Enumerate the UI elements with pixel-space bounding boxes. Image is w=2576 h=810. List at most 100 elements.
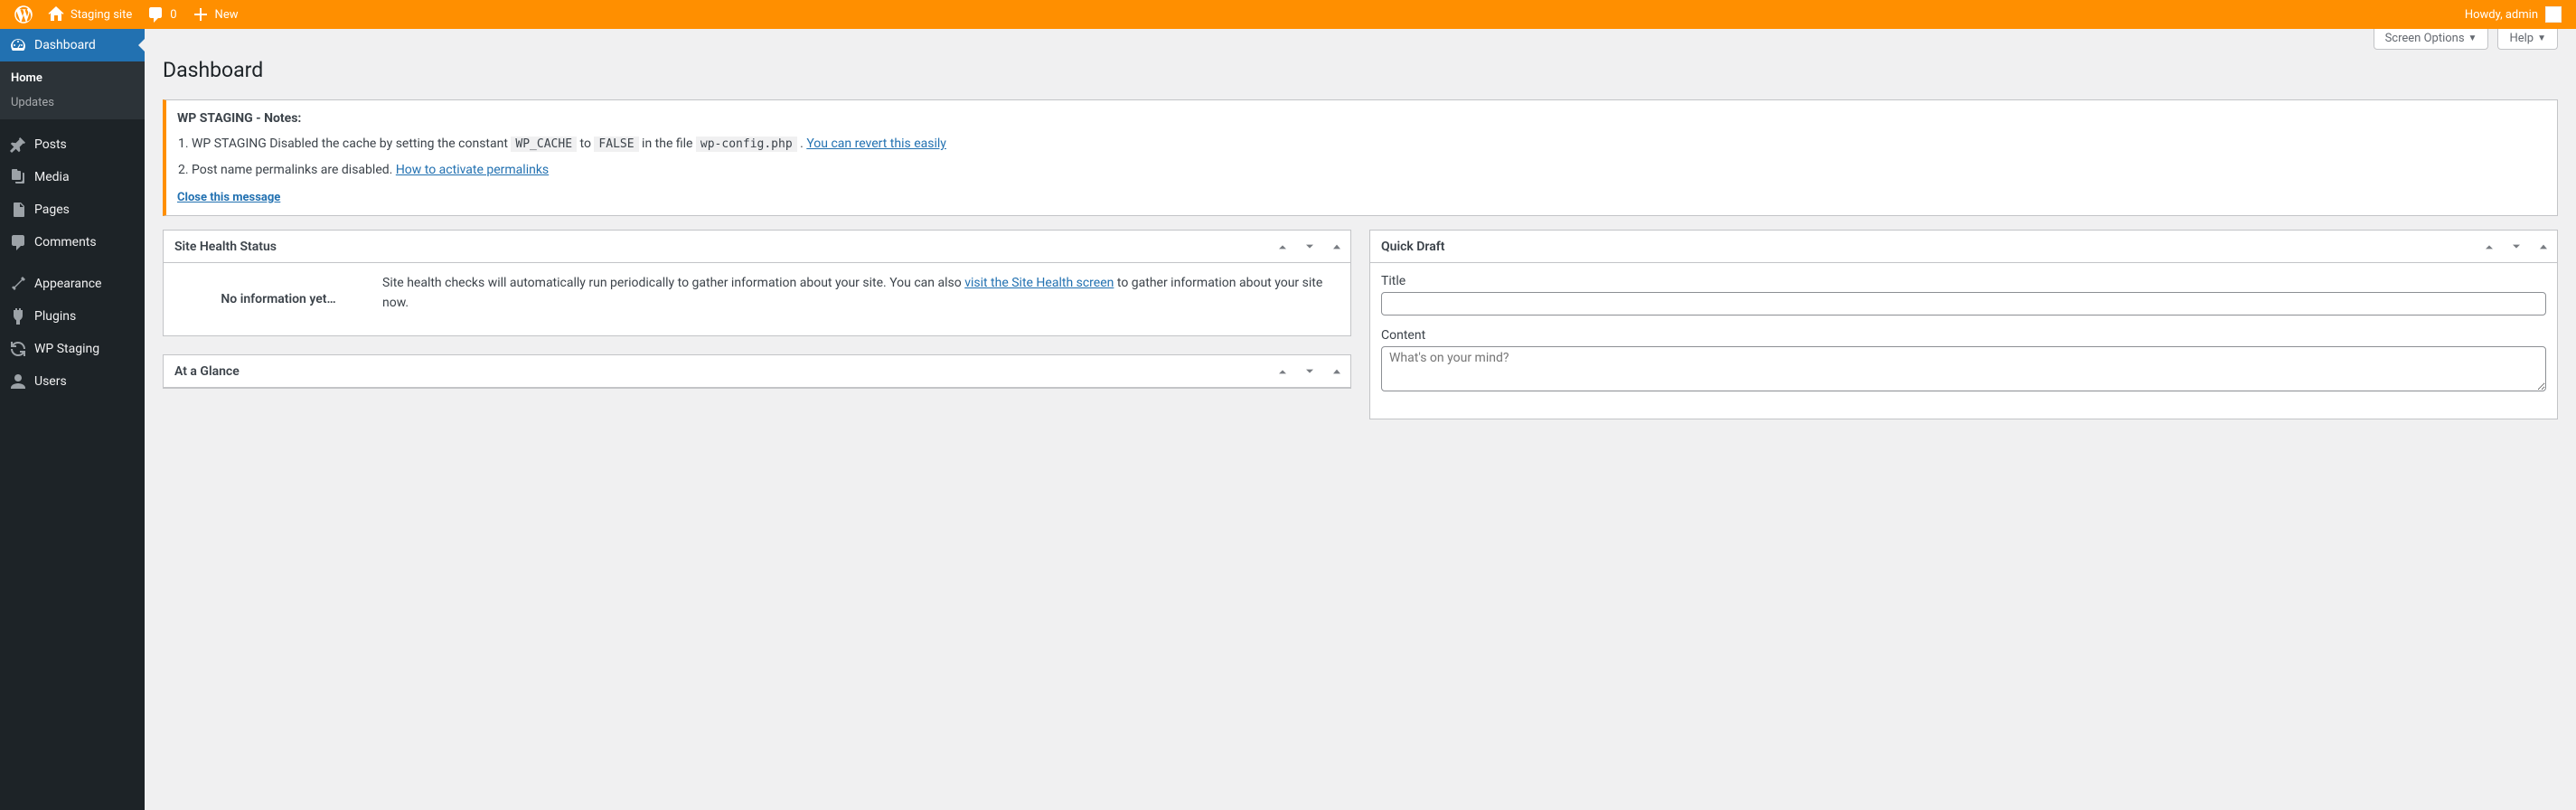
- pin-icon: [9, 136, 27, 154]
- menu-posts[interactable]: Posts: [0, 128, 145, 161]
- adminbar-site-name-text: Staging site: [71, 8, 132, 22]
- notice-item-2: Post name permalinks are disabled. How t…: [192, 161, 2546, 180]
- notice-title: WP STAGING - Notes:: [177, 111, 2546, 126]
- menu-pages-label: Pages: [34, 202, 70, 217]
- close-notice-link[interactable]: Close this message: [177, 191, 280, 204]
- revert-link[interactable]: You can revert this easily: [806, 137, 946, 151]
- chevron-up-icon: [1275, 240, 1290, 254]
- chevron-down-icon: [1302, 240, 1317, 254]
- site-health-actions: [1269, 231, 1350, 263]
- site-health-header: Site Health Status: [164, 231, 1350, 263]
- chevron-down-icon: ▼: [2468, 33, 2477, 43]
- page-title: Dashboard: [163, 50, 2558, 86]
- toggle-button[interactable]: [1323, 231, 1350, 263]
- sync-icon: [9, 340, 27, 358]
- quick-draft-widget: Quick Draft Title Content: [1369, 230, 2558, 419]
- notice-list: WP STAGING Disabled the cache by setting…: [177, 135, 2546, 180]
- adminbar-new-content[interactable]: New: [184, 0, 246, 29]
- comment-icon: [146, 5, 165, 24]
- chevron-down-icon: [2509, 240, 2524, 254]
- site-health-screen-link[interactable]: visit the Site Health screen: [964, 276, 1114, 290]
- menu-dashboard-label: Dashboard: [34, 38, 96, 52]
- move-down-button[interactable]: [2503, 231, 2530, 263]
- code-false: FALSE: [594, 137, 638, 152]
- move-up-button[interactable]: [2476, 231, 2503, 263]
- users-icon: [9, 372, 27, 391]
- screen-options-button[interactable]: Screen Options ▼: [2374, 29, 2489, 50]
- site-health-title: Site Health Status: [174, 240, 277, 254]
- quickdraft-title-label: Title: [1381, 274, 2546, 288]
- caret-up-icon: [1330, 240, 1344, 254]
- glance-title: At a Glance: [174, 364, 240, 379]
- menu-users-label: Users: [34, 374, 67, 389]
- submenu-home[interactable]: Home: [0, 66, 145, 90]
- adminbar-howdy-text: Howdy, admin: [2465, 8, 2538, 22]
- menu-users[interactable]: Users: [0, 365, 145, 398]
- permalinks-link[interactable]: How to activate permalinks: [396, 163, 549, 177]
- menu-posts-label: Posts: [34, 137, 67, 152]
- glance-header: At a Glance: [164, 355, 1350, 388]
- adminbar-wp-logo[interactable]: [7, 0, 40, 29]
- appearance-icon: [9, 275, 27, 293]
- chevron-down-icon: [1302, 364, 1317, 379]
- wordpress-icon: [14, 5, 33, 24]
- quickdraft-content-textarea[interactable]: [1381, 346, 2546, 391]
- menu-appearance-label: Appearance: [34, 277, 101, 291]
- caret-up-icon: [1330, 364, 1344, 379]
- adminbar-my-account[interactable]: Howdy, admin: [2458, 0, 2569, 29]
- submenu-dashboard: Home Updates: [0, 61, 145, 119]
- dashboard-widgets: Site Health Status No information yet… S…: [163, 230, 2558, 438]
- screen-meta-links: Screen Options ▼ Help ▼: [163, 29, 2558, 50]
- move-up-button[interactable]: [1269, 355, 1296, 388]
- chevron-up-icon: [2482, 240, 2496, 254]
- toggle-button[interactable]: [1323, 355, 1350, 388]
- menu-wpstaging-label: WP Staging: [34, 342, 99, 356]
- chevron-up-icon: [1275, 364, 1290, 379]
- menu-wpstaging[interactable]: WP Staging: [0, 333, 145, 365]
- notice-item-1: WP STAGING Disabled the cache by setting…: [192, 135, 2546, 154]
- chevron-down-icon: ▼: [2537, 33, 2546, 43]
- quickdraft-header: Quick Draft: [1370, 231, 2557, 263]
- widgets-col-2: Quick Draft Title Content: [1369, 230, 2558, 438]
- site-health-body: No information yet… Site health checks w…: [164, 263, 1350, 335]
- screen-options-label: Screen Options: [2385, 32, 2465, 45]
- help-label: Help: [2509, 32, 2534, 45]
- quickdraft-actions: [2476, 231, 2557, 263]
- quickdraft-title: Quick Draft: [1381, 240, 1444, 254]
- menu-plugins-label: Plugins: [34, 309, 76, 324]
- admin-sidebar: Dashboard Home Updates Posts Media Pages…: [0, 29, 145, 810]
- site-health-text: Site health checks will automatically ru…: [382, 274, 1340, 313]
- menu-dashboard[interactable]: Dashboard: [0, 29, 145, 61]
- menu-comments[interactable]: Comments: [0, 226, 145, 259]
- site-health-noinfo: No information yet…: [174, 274, 382, 325]
- menu-comments-label: Comments: [34, 235, 97, 250]
- plugin-icon: [9, 307, 27, 325]
- adminbar-comments[interactable]: 0: [139, 0, 183, 29]
- code-wpcache: WP_CACHE: [511, 137, 577, 152]
- plus-icon: [192, 5, 210, 24]
- quickdraft-content-label: Content: [1381, 328, 2546, 343]
- move-up-button[interactable]: [1269, 231, 1296, 263]
- code-wpconfig: wp-config.php: [696, 137, 797, 152]
- menu-appearance[interactable]: Appearance: [0, 268, 145, 300]
- pages-icon: [9, 201, 27, 219]
- submenu-updates[interactable]: Updates: [0, 90, 145, 115]
- at-a-glance-widget: At a Glance: [163, 354, 1351, 389]
- menu-pages[interactable]: Pages: [0, 193, 145, 226]
- menu-media-label: Media: [34, 170, 70, 184]
- widgets-col-1: Site Health Status No information yet… S…: [163, 230, 1351, 438]
- quickdraft-title-input[interactable]: [1381, 292, 2546, 316]
- move-down-button[interactable]: [1296, 231, 1323, 263]
- home-icon: [47, 5, 65, 24]
- adminbar-site-name[interactable]: Staging site: [40, 0, 139, 29]
- dashboard-icon: [9, 36, 27, 54]
- toggle-button[interactable]: [2530, 231, 2557, 263]
- menu-media[interactable]: Media: [0, 161, 145, 193]
- main-content: Screen Options ▼ Help ▼ Dashboard WP STA…: [145, 29, 2576, 810]
- adminbar-new-label: New: [215, 8, 239, 22]
- help-button[interactable]: Help ▼: [2497, 29, 2558, 50]
- menu-plugins[interactable]: Plugins: [0, 300, 145, 333]
- move-down-button[interactable]: [1296, 355, 1323, 388]
- caret-up-icon: [2536, 240, 2551, 254]
- adminbar-comments-count: 0: [170, 8, 176, 22]
